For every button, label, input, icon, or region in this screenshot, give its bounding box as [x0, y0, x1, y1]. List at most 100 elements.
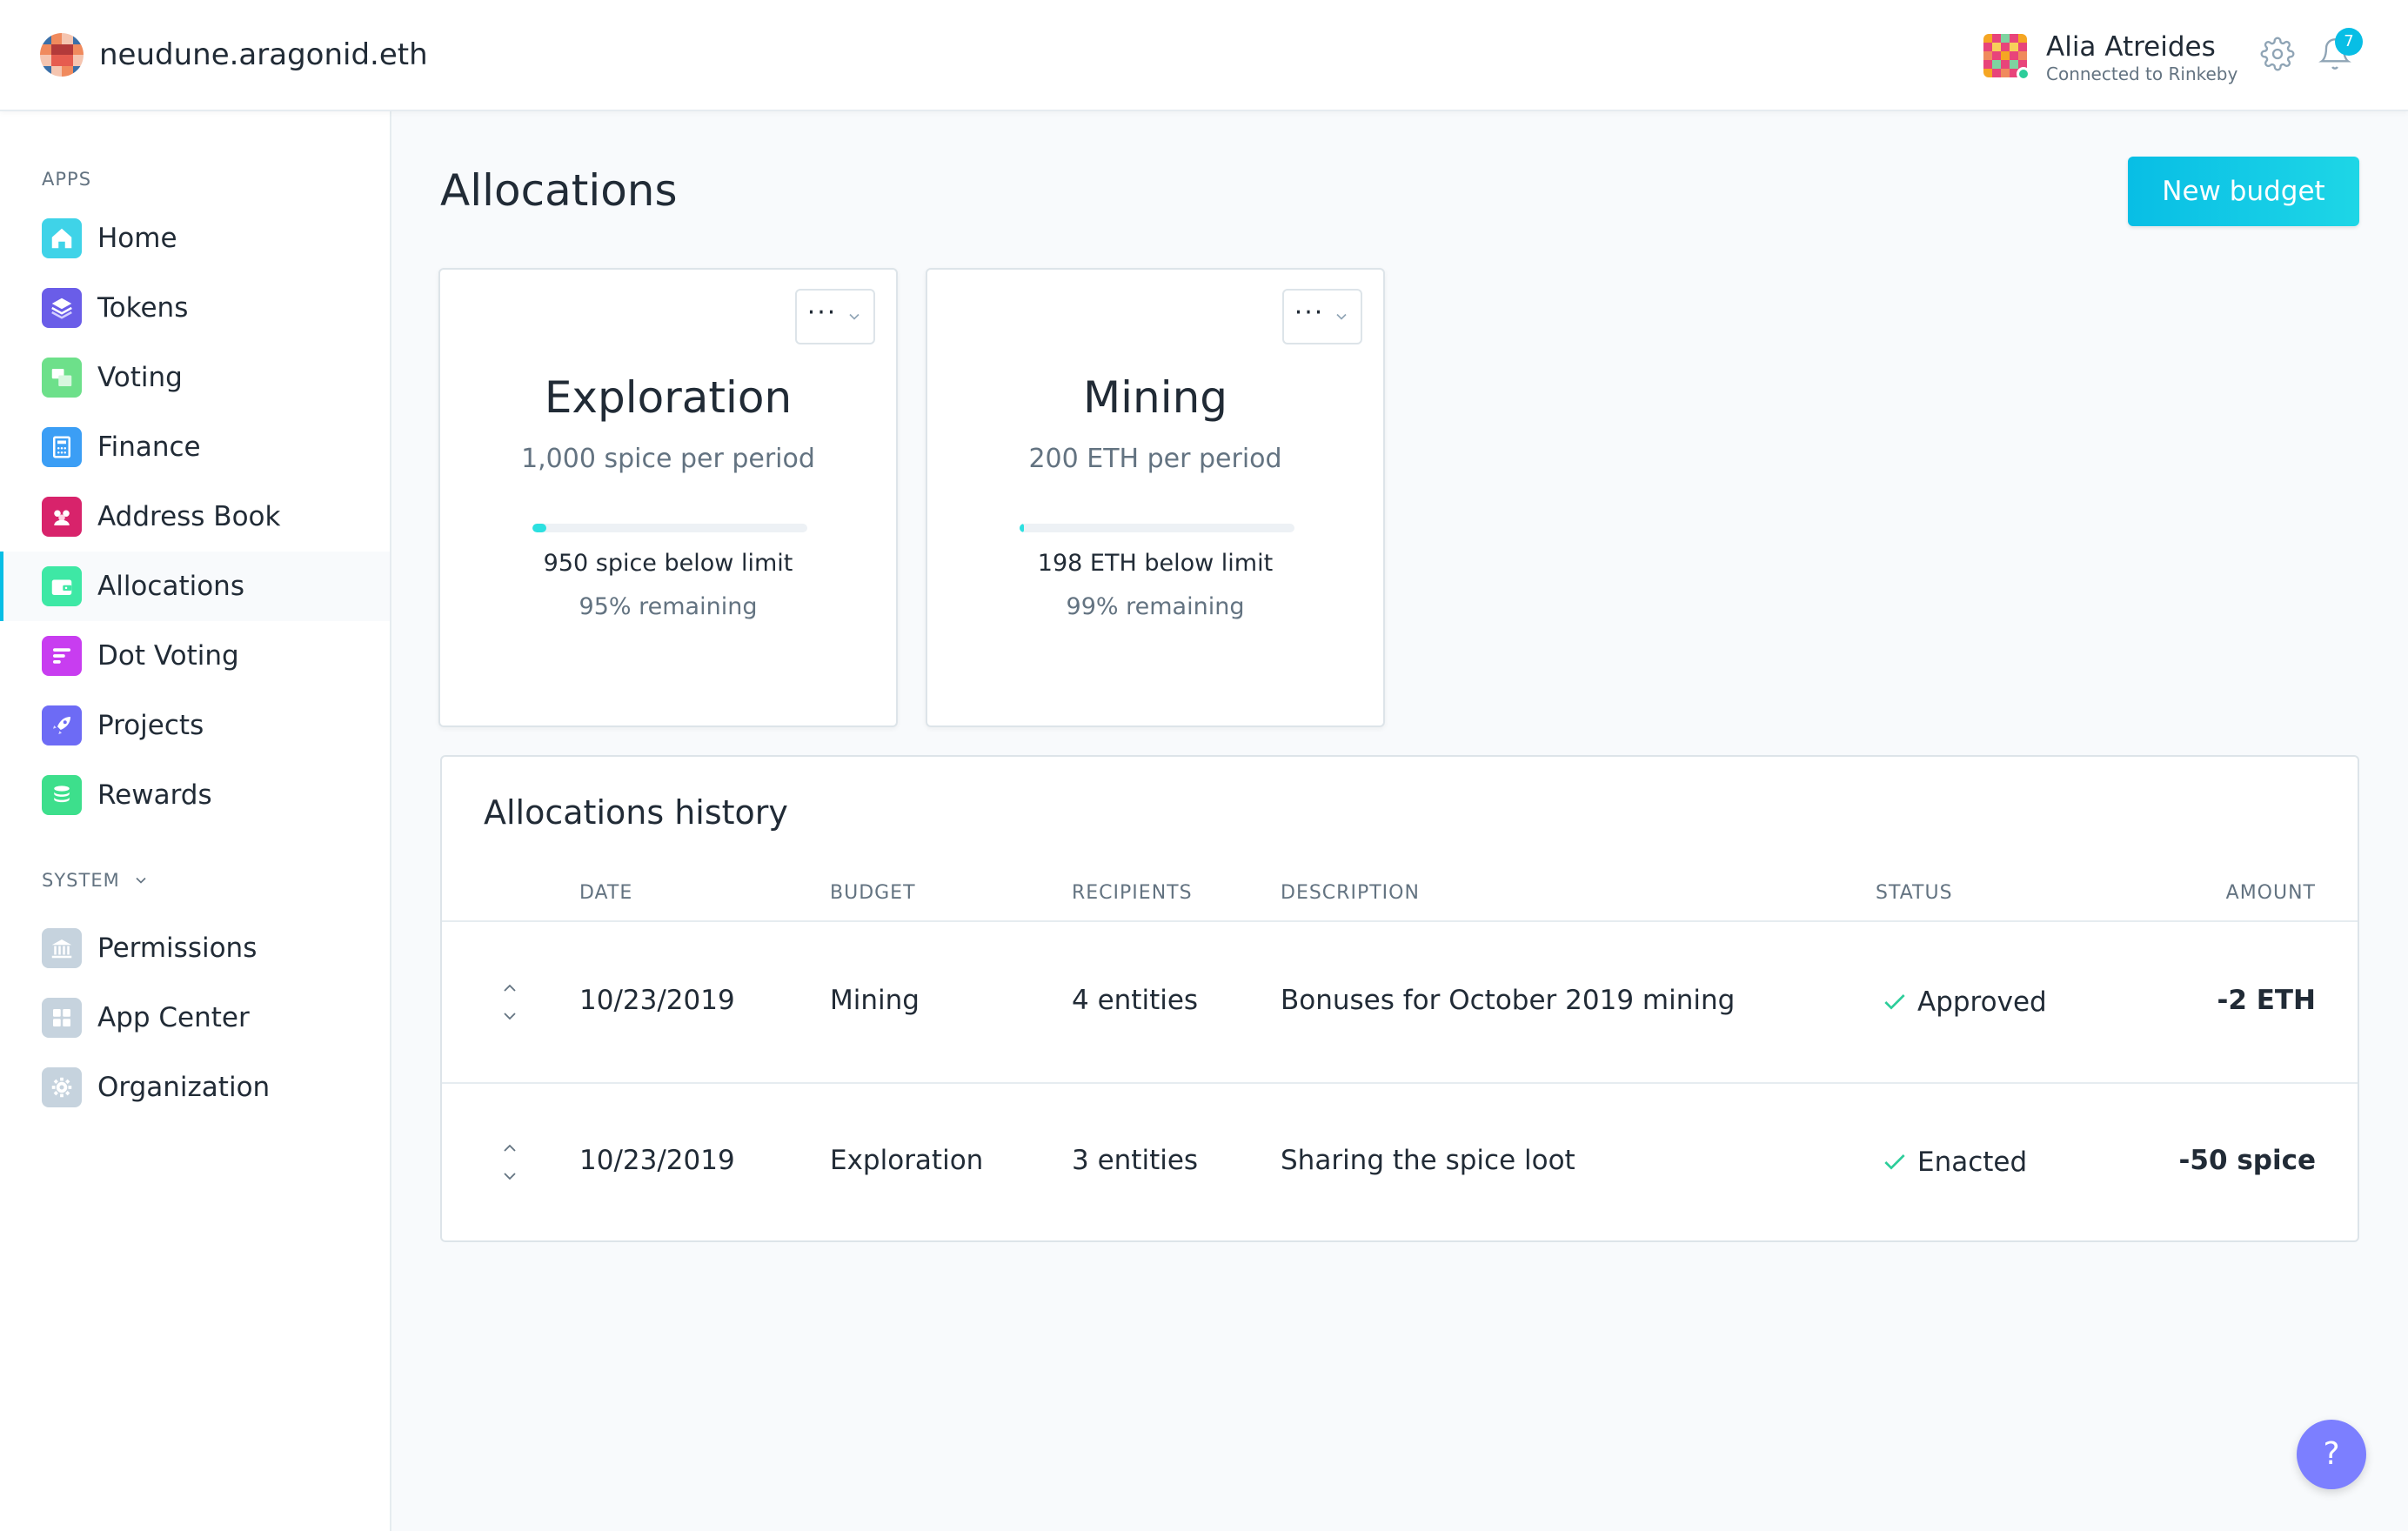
sidebar-item-label: Projects [97, 710, 204, 741]
system-section-toggle[interactable]: SYSTEM [42, 870, 150, 891]
allocations-history-panel: Allocations history DATE BUDGET RECIPIEN… [440, 755, 2359, 1242]
cell-recipients: 4 entities [1072, 985, 1199, 1016]
sidebar-item-address-book[interactable]: Address Book [0, 482, 390, 552]
sidebar-item-rewards[interactable]: Rewards [0, 760, 390, 830]
sidebar-item-label: Address Book [97, 501, 281, 532]
sidebar-item-label: Finance [97, 431, 201, 463]
budget-name: Mining [1082, 372, 1228, 423]
budget-name: Exploration [544, 372, 793, 423]
voting-icon [42, 358, 82, 398]
row-expand-toggle[interactable] [499, 1138, 520, 1187]
budget-card-mining: ··· Mining 200 ETH per period 198 ETH be… [926, 268, 1385, 727]
budget-progress-fill [532, 524, 546, 532]
cell-date: 10/23/2019 [579, 1145, 735, 1176]
account-menu[interactable]: Alia Atreides Connected to Rinkeby [1983, 31, 2237, 85]
chevron-down-icon [849, 313, 860, 320]
permissions-icon [42, 928, 82, 968]
row-expand-toggle[interactable] [499, 978, 520, 1026]
app-center-icon [42, 998, 82, 1038]
allocations-icon [42, 566, 82, 606]
budget-progress-bar [1020, 524, 1294, 532]
notification-count-badge: 7 [2335, 28, 2363, 56]
projects-icon [42, 705, 82, 745]
budget-remaining: 95% remaining [579, 593, 758, 620]
network-status: Connected to Rinkeby [2046, 64, 2238, 84]
sidebar-item-label: Home [97, 223, 177, 254]
budget-progress-bar [532, 524, 807, 532]
cell-budget: Exploration [830, 1145, 984, 1176]
cell-status: Enacted [1881, 1147, 2027, 1178]
more-dots-icon: ··· [1294, 297, 1325, 328]
new-budget-button[interactable]: New budget [2128, 157, 2359, 226]
chevron-down-icon [1336, 313, 1347, 320]
sidebar-item-app-center[interactable]: App Center [0, 983, 390, 1053]
column-header-date: DATE [579, 882, 633, 904]
finance-icon [42, 427, 82, 467]
chevron-up-icon [504, 1144, 516, 1152]
cell-amount: -2 ETH [2217, 985, 2317, 1016]
sidebar-item-label: Tokens [97, 292, 189, 324]
org-avatar [40, 33, 84, 77]
budget-actions-menu[interactable]: ··· [795, 289, 875, 344]
chevron-down-icon [504, 1013, 516, 1020]
column-header-description: DESCRIPTION [1281, 882, 1420, 904]
cell-date: 10/23/2019 [579, 985, 735, 1016]
online-status-dot [2017, 67, 2030, 81]
dot-voting-icon [42, 636, 82, 676]
budget-card-exploration: ··· Exploration 1,000 spice per period 9… [438, 268, 898, 727]
column-header-budget: BUDGET [830, 882, 916, 904]
history-title: Allocations history [484, 793, 788, 832]
organization-gear-icon [42, 1067, 82, 1107]
chevron-down-icon [504, 1173, 516, 1180]
top-header: neudune.aragonid.eth Alia Atreides Conne… [0, 0, 2408, 111]
sidebar-item-permissions[interactable]: Permissions [0, 913, 390, 983]
tokens-icon [42, 288, 82, 328]
user-name: Alia Atreides [2046, 31, 2216, 63]
chevron-down-icon [136, 877, 146, 884]
budget-per-period: 200 ETH per period [1028, 444, 1282, 474]
help-button[interactable]: ? [2297, 1420, 2366, 1489]
page-title: Allocations [440, 165, 678, 216]
column-header-status: STATUS [1876, 882, 1953, 904]
column-header-amount: AMOUNT [2225, 882, 2316, 904]
rewards-icon [42, 775, 82, 815]
sidebar-item-dot-voting[interactable]: Dot Voting [0, 621, 390, 691]
budget-below-limit: 950 spice below limit [543, 550, 793, 577]
home-icon [42, 218, 82, 258]
sidebar-item-tokens[interactable]: Tokens [0, 273, 390, 343]
sidebar-item-label: Dot Voting [97, 640, 239, 672]
cell-description: Bonuses for October 2019 mining [1281, 985, 1736, 1016]
cell-recipients: 3 entities [1072, 1145, 1199, 1176]
sidebar-item-home[interactable]: Home [0, 204, 390, 273]
checkmark-icon [1884, 1154, 1905, 1170]
budget-remaining: 99% remaining [1066, 593, 1245, 620]
system-section-label: SYSTEM [42, 870, 120, 891]
table-divider [442, 1082, 2358, 1084]
sidebar-item-label: Rewards [97, 779, 212, 811]
budget-progress-fill [1020, 524, 1024, 532]
budget-below-limit: 198 ETH below limit [1037, 550, 1274, 577]
org-switcher[interactable]: neudune.aragonid.eth [40, 33, 428, 77]
sidebar-item-voting[interactable]: Voting [0, 343, 390, 412]
more-dots-icon: ··· [806, 297, 838, 328]
org-name: neudune.aragonid.eth [99, 37, 428, 72]
address-book-icon [42, 497, 82, 537]
cell-amount: -50 spice [2178, 1145, 2316, 1176]
status-label: Enacted [1917, 1147, 2028, 1178]
apps-section-label: APPS [42, 169, 92, 190]
sidebar-item-organization[interactable]: Organization [0, 1053, 390, 1122]
sidebar-item-label: App Center [97, 1002, 250, 1033]
sidebar-item-allocations[interactable]: Allocations [0, 552, 390, 621]
sidebar-item-label: Voting [97, 362, 183, 393]
sidebar-item-label: Allocations [97, 571, 244, 602]
column-header-recipients: RECIPIENTS [1072, 882, 1193, 904]
cell-budget: Mining [830, 985, 920, 1016]
settings-gear-icon[interactable] [2260, 37, 2295, 71]
cell-status: Approved [1881, 986, 2047, 1018]
sidebar-item-finance[interactable]: Finance [0, 412, 390, 482]
sidebar-item-label: Organization [97, 1072, 271, 1103]
cell-description: Sharing the spice loot [1281, 1145, 1575, 1176]
budget-actions-menu[interactable]: ··· [1282, 289, 1362, 344]
budget-per-period: 1,000 spice per period [521, 444, 815, 474]
sidebar-item-projects[interactable]: Projects [0, 691, 390, 760]
